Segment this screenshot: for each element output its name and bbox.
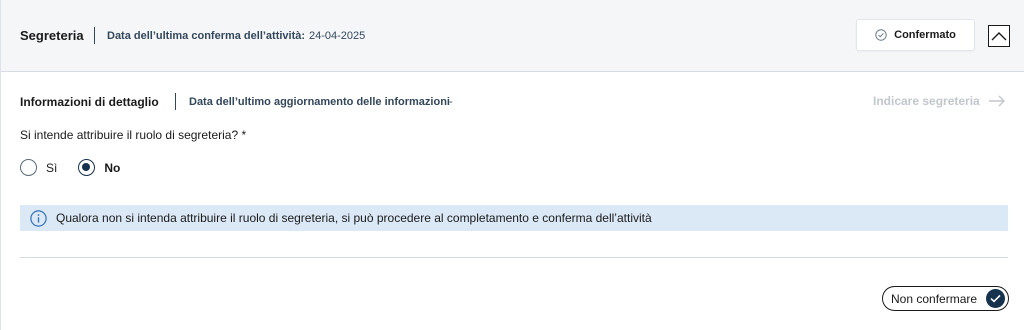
arrow-right-icon xyxy=(988,95,1005,107)
collapse-button[interactable] xyxy=(988,25,1010,47)
info-notice-text: Qualora non si intenda attribuire il ruo… xyxy=(56,211,652,225)
secretariat-question: Si intende attribuire il ruolo di segret… xyxy=(20,128,247,142)
check-circle-icon xyxy=(875,29,887,41)
indicate-secretariat-label: Indicare segreteria xyxy=(873,94,980,108)
confirmed-status-button[interactable]: Confermato xyxy=(856,19,975,51)
section-title: Segreteria xyxy=(20,28,84,43)
confirmed-status-label: Confermato xyxy=(894,29,956,41)
radio-no[interactable] xyxy=(78,159,96,176)
unconfirm-button[interactable]: Non confermare xyxy=(882,286,1009,311)
section-divider xyxy=(20,257,1008,258)
radio-yes-label: Sì xyxy=(46,160,58,175)
activity-panel: Segreteria Data dell’ultima conferma del… xyxy=(0,0,1024,330)
last-confirmation-label: Data dell’ultima conferma dell’attività: xyxy=(107,30,306,42)
detail-divider xyxy=(175,93,176,110)
radio-option-no[interactable]: No xyxy=(78,159,120,176)
last-update-value: - xyxy=(449,96,453,108)
unconfirm-button-label: Non confermare xyxy=(891,291,978,306)
radio-no-label: No xyxy=(104,160,121,175)
indicate-secretariat-link[interactable]: Indicare segreteria xyxy=(873,94,1006,108)
info-icon xyxy=(30,209,47,227)
info-notice: Qualora non si intenda attribuire il ruo… xyxy=(20,205,1008,231)
check-icon xyxy=(986,289,1005,308)
radio-yes[interactable] xyxy=(20,159,37,176)
section-header: Segreteria Data dell’ultima conferma del… xyxy=(1,0,1024,72)
detail-title: Informazioni di dettaglio xyxy=(20,95,159,109)
secretariat-radio-group: Sì No xyxy=(20,159,141,176)
last-update-label: Data dell’ultimo aggiornamento delle inf… xyxy=(189,96,450,108)
radio-option-yes[interactable]: Sì xyxy=(20,159,57,176)
last-confirmation-date: 24-04-2025 xyxy=(309,30,366,42)
header-divider xyxy=(94,27,95,44)
chevron-up-icon xyxy=(991,32,1007,41)
